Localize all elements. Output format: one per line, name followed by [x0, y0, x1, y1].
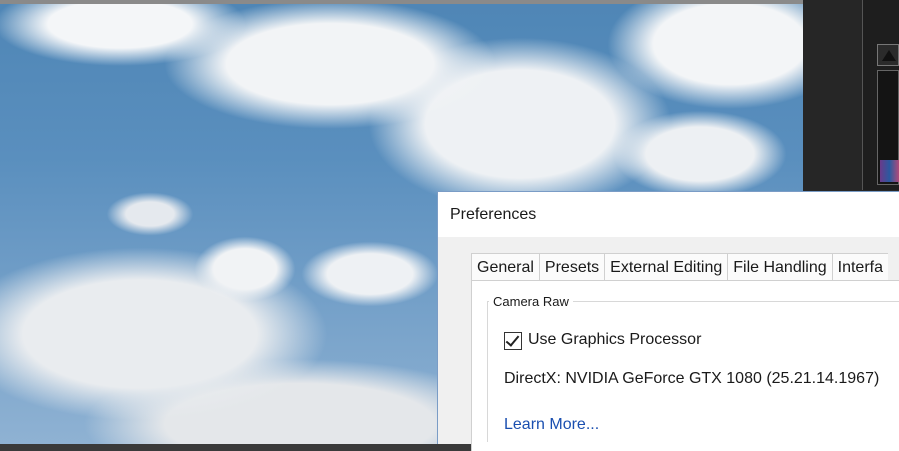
- collapse-arrow-icon[interactable]: [877, 44, 899, 66]
- use-gpu-label[interactable]: Use Graphics Processor: [528, 331, 701, 349]
- tab-file-handling[interactable]: File Handling: [727, 253, 832, 282]
- use-gpu-checkbox[interactable]: [504, 332, 522, 350]
- learn-more-link[interactable]: Learn More...: [504, 416, 599, 434]
- gpu-info-text: DirectX: NVIDIA GeForce GTX 1080 (25.21.…: [504, 370, 880, 387]
- dialog-title: Preferences: [450, 206, 537, 223]
- tab-interface[interactable]: Interfa: [831, 253, 888, 282]
- tab-presets[interactable]: Presets: [538, 253, 605, 282]
- tab-general[interactable]: General: [471, 253, 539, 282]
- tab-external-editing[interactable]: External Editing: [604, 253, 728, 282]
- camera-raw-group-label: Camera Raw: [489, 294, 573, 309]
- histogram-thumbnail: [880, 160, 899, 182]
- tab-bar: General Presets External Editing File Ha…: [471, 253, 888, 282]
- dialog-titlebar[interactable]: Preferences: [438, 192, 899, 237]
